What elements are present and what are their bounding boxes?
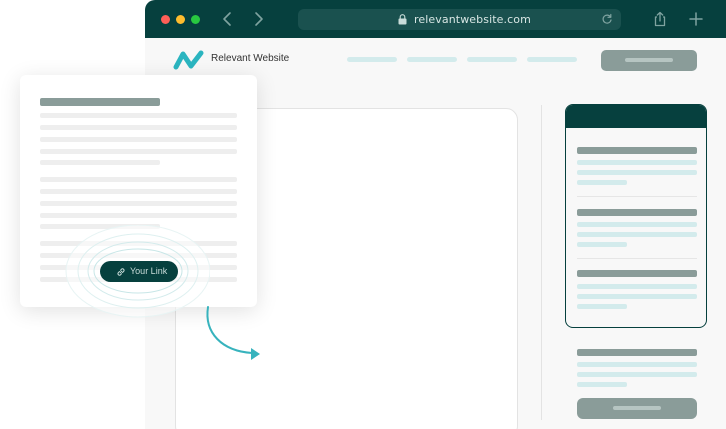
sidebar-heading-2	[577, 209, 697, 216]
nav-link-4[interactable]	[527, 57, 577, 62]
document-line	[40, 213, 237, 218]
sidebar-line	[577, 242, 627, 247]
sidebar-heading-1	[577, 147, 697, 154]
sidebar-separator	[577, 258, 697, 259]
browser-titlebar: relevantwebsite.com	[145, 0, 726, 38]
sidebar-button[interactable]	[577, 398, 697, 419]
sidebar-line	[577, 304, 627, 309]
nav-link-3[interactable]	[467, 57, 517, 62]
sidebar-line	[577, 170, 697, 175]
sidebar-separator	[577, 196, 697, 197]
site-name[interactable]: Relevant Website	[211, 53, 289, 64]
zoom-window-button[interactable]	[191, 15, 200, 24]
document-line	[40, 113, 237, 118]
forward-arrow-icon[interactable]	[249, 10, 267, 28]
button-placeholder	[613, 406, 661, 410]
sidebar-line	[577, 294, 697, 299]
sidebar-lower-line	[577, 382, 627, 387]
sidebar-lower-line	[577, 372, 697, 377]
minimize-window-button[interactable]	[176, 15, 185, 24]
stage: relevantwebsite.com Relevant Website You…	[0, 0, 726, 429]
document-line	[40, 177, 237, 182]
sidebar-heading-3	[577, 270, 697, 277]
sidebar-card	[565, 104, 707, 328]
document-line	[40, 137, 237, 142]
relevant-logo-icon[interactable]	[173, 50, 205, 70]
sidebar-lower-heading	[577, 349, 697, 356]
curved-arrow-icon	[206, 306, 260, 360]
back-arrow-icon[interactable]	[219, 10, 237, 28]
plus-icon[interactable]	[688, 11, 704, 27]
reload-icon[interactable]	[601, 13, 613, 25]
sidebar-line	[577, 232, 697, 237]
document-line	[40, 201, 237, 206]
sidebar-card-header	[566, 105, 706, 128]
sidebar-line	[577, 222, 697, 227]
close-window-button[interactable]	[161, 15, 170, 24]
sidebar-line	[577, 180, 627, 185]
link-icon	[117, 268, 125, 276]
column-divider	[541, 105, 542, 420]
link-label: Your Link	[130, 266, 168, 276]
document-line	[40, 160, 160, 165]
url-text: relevantwebsite.com	[414, 13, 531, 26]
document-title	[40, 98, 160, 106]
nav-link-2[interactable]	[407, 57, 457, 62]
address-bar[interactable]: relevantwebsite.com	[298, 9, 621, 30]
lock-icon	[398, 14, 407, 25]
button-placeholder	[625, 58, 673, 62]
document-line	[40, 125, 237, 130]
sidebar-line	[577, 160, 697, 165]
sidebar-lower-line	[577, 362, 697, 367]
document-line	[40, 149, 237, 154]
header-cta-button[interactable]	[601, 50, 697, 71]
document-line	[40, 189, 237, 194]
nav-link-1[interactable]	[347, 57, 397, 62]
sidebar-line	[577, 284, 697, 289]
your-link-button[interactable]: Your Link	[100, 261, 178, 282]
share-icon[interactable]	[652, 11, 668, 27]
